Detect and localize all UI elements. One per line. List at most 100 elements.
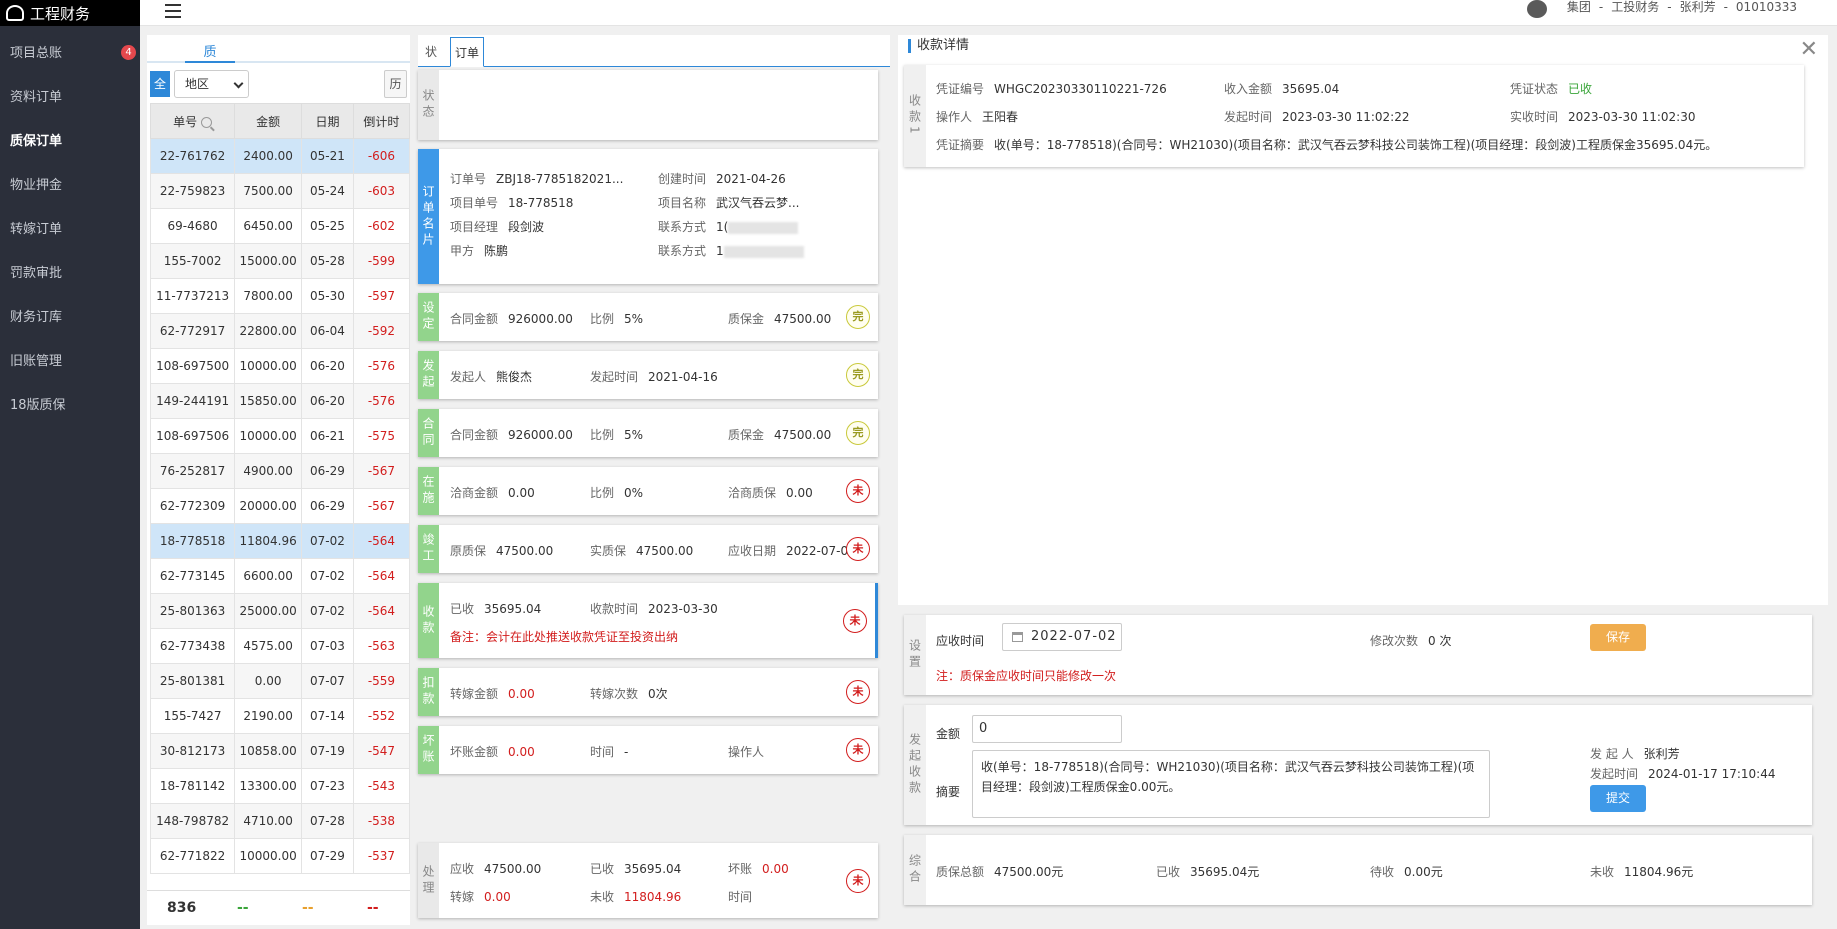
sidebar-item-18-warranty[interactable]: 18版质保 — [0, 381, 140, 425]
sidebar-item-penalty-approval[interactable]: 罚款审批 — [0, 249, 140, 293]
col-header-date[interactable]: 日期 — [301, 103, 354, 139]
user-dept: 工投财务 — [1611, 0, 1660, 14]
table-row[interactable]: 25-801381 0.00 07-07 -559 — [149, 663, 411, 699]
table-cell-amt: 2400.00 — [234, 138, 303, 174]
table-row[interactable]: 22-759823 7500.00 05-24 -603 — [149, 173, 411, 209]
search-icon[interactable] — [201, 116, 213, 128]
ongoing-card: 在施 洽商金额 0.00 比例 0% 洽商质保 0.00 未 — [418, 467, 878, 515]
table-row[interactable]: 62-772309 20000.00 06-29 -567 — [149, 488, 411, 524]
table-row[interactable]: 155-7002 15000.00 05-28 -599 — [149, 243, 411, 279]
bad-debt-card: 坏账 坏账金额 0.00 时间 - 操作人 未 — [418, 726, 878, 774]
table-row[interactable]: 22-761762 2400.00 05-21 -606 — [149, 138, 411, 174]
table-cell-cd: -547 — [352, 733, 411, 769]
redacted-mask — [723, 245, 804, 258]
sidebar-item-warranty-orders[interactable]: 质保订单 — [0, 117, 140, 161]
order-no-field: 订单号 ZBJ18-7785182021... — [450, 170, 623, 187]
user-name: 张利芳 — [1679, 0, 1716, 14]
tab-order[interactable]: 订单 — [450, 37, 484, 67]
field-value: 5% — [624, 428, 644, 442]
table-row[interactable]: 149-244191 15850.00 06-20 -576 — [149, 383, 411, 419]
table-row[interactable]: 18-781142 13300.00 07-23 -543 — [149, 768, 411, 804]
table-row[interactable]: 69-4680 6450.00 05-25 -602 — [149, 208, 411, 244]
sidebar-item-material-orders[interactable]: 资料订单 — [0, 73, 140, 117]
setting-note: 注：质保金应收时间只能修改一次 — [936, 669, 1117, 683]
transfer-field: 转嫁 0.00 — [450, 888, 511, 905]
field-value: 1( — [716, 220, 729, 234]
separator: - — [1667, 0, 1672, 14]
memo-textarea[interactable]: 收(单号：18-778518)(合同号：WH21030)(项目名称：武汉气吞云梦… — [972, 750, 1490, 818]
table-row[interactable]: 11-7737213 7800.00 05-30 -597 — [149, 278, 411, 314]
sidebar-item-project-ledger[interactable]: 项目总账 4 — [0, 29, 140, 73]
table-row[interactable]: 25-801363 25000.00 07-02 -564 — [149, 593, 411, 629]
contract-side-label: 合同 — [418, 409, 439, 457]
save-button[interactable]: 保存 — [1590, 624, 1646, 651]
set-card: 设定 合同金额 926000.00 比例 5% 质保金 47500.00 完 — [418, 293, 878, 341]
col-header-amount[interactable]: 金额 — [234, 103, 303, 139]
field-label: 转嫁次数 — [590, 687, 639, 701]
history-button[interactable]: 历 — [384, 70, 407, 98]
sidebar-item-finance-library[interactable]: 财务订库 — [0, 293, 140, 337]
user-code: 01010333 — [1735, 0, 1797, 14]
avatar[interactable] — [1527, 0, 1547, 18]
col-header-order-no[interactable]: 单号 — [149, 103, 236, 139]
field-label: 坏账金额 — [450, 745, 499, 759]
filter-all-button[interactable]: 全 — [150, 71, 170, 97]
field-value: 47500.00 — [774, 312, 832, 326]
launch-time-field: 发起时间 2021-04-16 — [590, 368, 718, 385]
menu-toggle-icon[interactable] — [165, 4, 181, 18]
tab-warranty[interactable]: 质 — [185, 41, 235, 63]
table-row[interactable]: 62-773145 6600.00 07-02 -564 — [149, 558, 411, 594]
table-row[interactable]: 62-771822 10000.00 07-29 -537 — [149, 838, 411, 874]
table-cell-date: 07-28 — [301, 803, 354, 839]
col-header-countdown[interactable]: 倒计时 — [352, 103, 411, 139]
table-row[interactable]: 18-778518 11804.96 07-02 -564 — [149, 523, 411, 559]
status-stamp: 未 — [846, 479, 870, 503]
table-row[interactable]: 30-812173 10858.00 07-19 -547 — [149, 733, 411, 769]
field-value: 收(单号：18-778518)(合同号：WH21030)(项目名称：武汉气吞云梦… — [994, 138, 1718, 152]
field-value: 926000.00 — [508, 312, 573, 326]
table-cell-cd: -603 — [352, 173, 411, 209]
field-value: 2021-04-26 — [716, 172, 786, 186]
table-cell-cd: -552 — [352, 698, 411, 734]
table-cell-date: 06-21 — [301, 418, 354, 454]
set-side-label: 设定 — [418, 293, 439, 341]
status-stamp: 未 — [846, 680, 870, 704]
table-cell-amt: 22800.00 — [234, 313, 303, 349]
table-cell-date: 06-29 — [301, 488, 354, 524]
table-cell-cd: -543 — [352, 768, 411, 804]
region-select[interactable]: 地区 — [174, 70, 249, 98]
field-label: 发起时间 — [1224, 110, 1273, 124]
table-cell-cd: -563 — [352, 628, 411, 664]
table-row[interactable]: 62-772917 22800.00 06-04 -592 — [149, 313, 411, 349]
sidebar-item-property-deposit[interactable]: 物业押金 — [0, 161, 140, 205]
amount-input[interactable]: 0 — [972, 715, 1122, 743]
field-value: 47500.00 — [496, 544, 554, 558]
due-date-value: 2022-07-02 — [1031, 629, 1117, 644]
sidebar-item-transfer-orders[interactable]: 转嫁订单 — [0, 205, 140, 249]
table-row[interactable]: 148-798782 4710.00 07-28 -538 — [149, 803, 411, 839]
handle-time-field: 时间 — [728, 888, 762, 905]
launch-card: 发起 发起人 熊俊杰 发起时间 2021-04-16 完 — [418, 351, 878, 399]
contact2-field: 联系方式 1 — [658, 242, 804, 259]
table-row[interactable]: 108-697500 10000.00 06-20 -576 — [149, 348, 411, 384]
submit-button[interactable]: 提交 — [1590, 785, 1646, 812]
table-row[interactable]: 108-697506 10000.00 06-21 -575 — [149, 418, 411, 454]
sidebar-item-label: 资料订单 — [10, 89, 63, 105]
field-label: 发 起 人 — [1590, 747, 1634, 761]
table-cell-amt: 10858.00 — [234, 733, 303, 769]
table-row[interactable]: 155-7427 2190.00 07-14 -552 — [149, 698, 411, 734]
field-label: 发起时间 — [590, 370, 639, 384]
bad-debt-time-field: 时间 - — [590, 743, 628, 760]
tab-status[interactable]: 状 — [418, 37, 444, 67]
table-row[interactable]: 62-773438 4575.00 07-03 -563 — [149, 628, 411, 664]
status-stamp: 未 — [846, 738, 870, 762]
table-cell-date: 05-21 — [301, 138, 354, 174]
table-row[interactable]: 76-252817 4900.00 06-29 -567 — [149, 453, 411, 489]
due-date-input[interactable]: 2022-07-02 — [1002, 623, 1122, 651]
field-value: 段剑波 — [508, 220, 545, 234]
sidebar-item-old-accounts[interactable]: 旧账管理 — [0, 337, 140, 381]
warranty-total-field: 质保总额 47500.00元 — [936, 863, 1063, 880]
table-cell-date: 07-23 — [301, 768, 354, 804]
field-value: 35695.04 — [624, 862, 682, 876]
close-icon[interactable]: ✕ — [1800, 37, 1818, 62]
